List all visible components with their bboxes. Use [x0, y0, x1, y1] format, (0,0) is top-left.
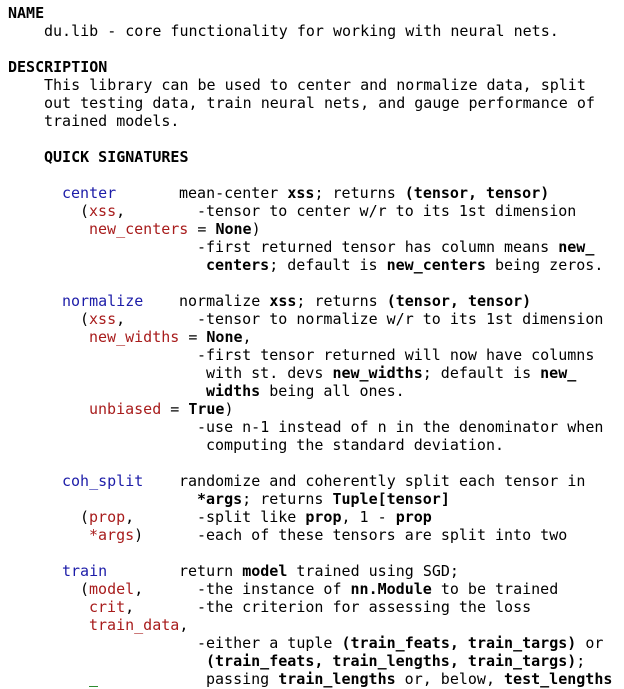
train-param-train-data-desc: -either a tuple (train_feats, train_targ…: [197, 634, 604, 652]
normalize-param-new-widths-desc: -first tensor returned will now have col…: [197, 346, 595, 364]
train-param-train-data-desc: (train_feats, train_lengths, train_targs…: [206, 652, 586, 670]
center-summary: mean-center xss; returns (tensor, tensor…: [179, 184, 550, 202]
description-line: out testing data, train neural nets, and…: [44, 94, 595, 112]
coh-split-param-args-desc: -each of these tensors are split into tw…: [197, 526, 568, 544]
name-summary: du.lib - core functionality for working …: [44, 22, 559, 40]
normalize-param-new-widths-desc: with st. devs new_widths; default is new…: [206, 364, 577, 382]
name-section-header: NAME: [8, 4, 45, 22]
normalize-param-new-widths: new_widths = None,: [89, 328, 252, 346]
center-param-new-centers-desc: centers; default is new_centers being ze…: [206, 256, 604, 274]
function-name-train: train: [62, 562, 108, 580]
normalize-param-xss: (xss,: [80, 310, 126, 328]
normalize-param-unbiased-desc: computing the standard deviation.: [206, 436, 505, 454]
normalize-param-new-widths-desc: widths being all ones.: [206, 382, 405, 400]
normalize-summary: normalize xss; returns (tensor, tensor): [179, 292, 532, 310]
center-param-xss: (xss,: [80, 202, 126, 220]
cursor-marker: [89, 686, 98, 687]
center-param-xss-desc: -tensor to center w/r to its 1st dimensi…: [197, 202, 577, 220]
function-name-center: center: [62, 184, 117, 202]
normalize-param-xss-desc: -tensor to normalize w/r to its 1st dime…: [197, 310, 604, 328]
coh-split-summary: *args; returns Tuple[tensor]: [197, 490, 450, 508]
train-summary: return model trained using SGD;: [179, 562, 459, 580]
coh-split-param-prop-desc: -split like prop, 1 - prop: [197, 508, 432, 526]
description-section-header: DESCRIPTION: [8, 58, 108, 76]
normalize-param-unbiased-desc: -use n-1 instead of n in the denominator…: [197, 418, 604, 436]
function-name-coh-split: coh_split: [62, 472, 144, 490]
train-param-model: (model,: [80, 580, 144, 598]
train-param-train-data-desc: passing train_lengths or, below, test_le…: [206, 670, 613, 688]
train-param-train-data: train_data,: [89, 616, 189, 634]
man-page-view[interactable]: { "name": { "header": "NAME", "summary":…: [0, 0, 624, 689]
description-line: This library can be used to center and n…: [44, 76, 586, 94]
coh-split-summary: randomize and coherently split each tens…: [179, 472, 586, 490]
function-name-normalize: normalize: [62, 292, 144, 310]
train-param-crit: crit,: [89, 598, 135, 616]
description-line: trained models.: [44, 112, 180, 130]
center-param-new-centers: new_centers = None): [89, 220, 261, 238]
train-param-crit-desc: -the criterion for assessing the loss: [197, 598, 532, 616]
train-param-model-desc: -the instance of nn.Module to be trained: [197, 580, 559, 598]
coh-split-param-prop: (prop,: [80, 508, 135, 526]
center-param-new-centers-desc: -first returned tensor has column means …: [197, 238, 595, 256]
coh-split-param-args: *args): [89, 526, 144, 544]
normalize-param-unbiased: unbiased = True): [89, 400, 234, 418]
quick-signatures-header: QUICK SIGNATURES: [44, 148, 189, 166]
